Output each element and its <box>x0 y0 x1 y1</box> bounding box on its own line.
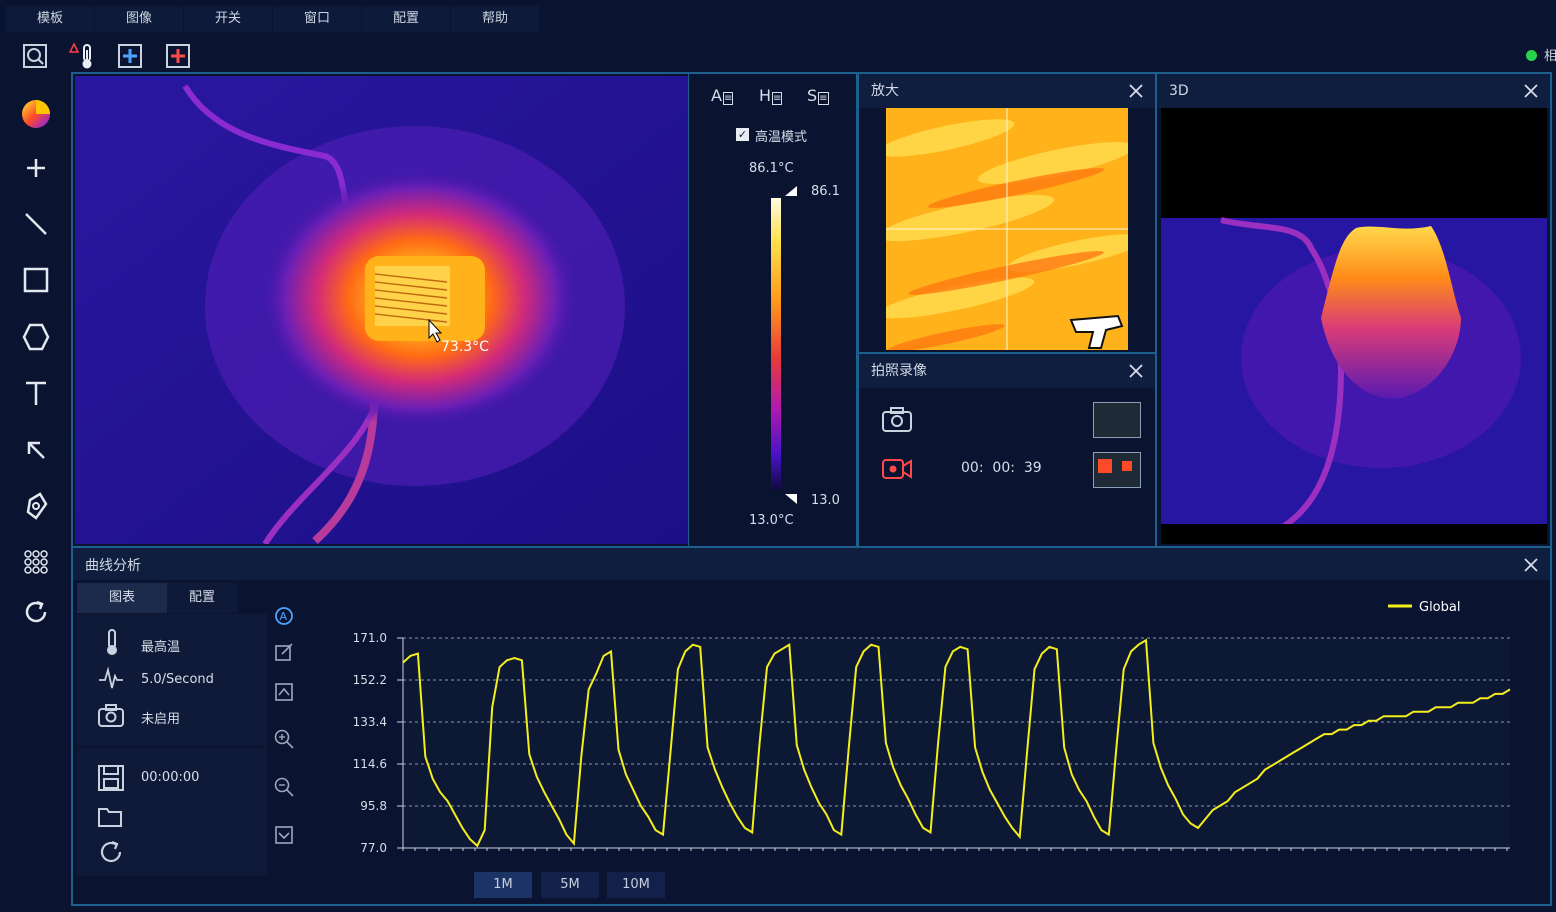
mode-h-button[interactable]: H ≡ <box>759 86 789 112</box>
range-10m-button[interactable]: 10M <box>607 872 665 898</box>
menu-item-help[interactable]: 帮助 <box>451 6 539 32</box>
y-tick-label: 133.4 <box>353 715 387 729</box>
zoom-search-icon[interactable] <box>21 42 49 70</box>
zoom-panel-close-icon[interactable] <box>1127 82 1145 100</box>
record-timer: 00: 00: 39 <box>961 460 1042 476</box>
capture-camera-icon <box>98 704 124 727</box>
cursor-temperature-label: 73.3°C <box>441 339 489 355</box>
menu-item-image[interactable]: 图像 <box>95 6 183 32</box>
rectangle-tool-icon[interactable] <box>20 264 52 296</box>
colorbar-panel: A ≡ H ≡ S ≡ ✓ 高温模式 86.1°C 86.1 13.0 13.0°C <box>688 74 857 546</box>
record-panel: 拍照录像 00: 00: 39 <box>857 352 1157 548</box>
palette-icon[interactable] <box>20 98 52 130</box>
tab-config[interactable]: 配置 <box>167 583 237 613</box>
add-point-icon[interactable] <box>20 152 52 184</box>
y-tick-label: 77.0 <box>360 841 387 855</box>
max-slider-handle[interactable] <box>783 184 799 198</box>
tab-chart[interactable]: 图表 <box>77 583 167 613</box>
min-slider-handle[interactable] <box>783 492 799 506</box>
colorbar-gradient <box>771 198 781 490</box>
range-1m-button[interactable]: 1M <box>474 872 532 898</box>
colorbar-min-label: 13.0°C <box>749 513 794 528</box>
menu-item-window[interactable]: 窗口 <box>273 6 361 32</box>
menu-item-config[interactable]: 配置 <box>362 6 450 32</box>
svg-text:A: A <box>280 610 288 623</box>
zoom-panel-header: 放大 <box>859 74 1155 108</box>
export-icon[interactable] <box>273 824 295 846</box>
record-panel-header: 拍照录像 <box>859 354 1155 388</box>
mode-a-button[interactable]: A ≡ <box>711 86 741 112</box>
video-record-icon[interactable] <box>881 456 913 482</box>
colorbar-max-tick: 86.1 <box>811 184 840 199</box>
status-label: 相 <box>1544 49 1556 64</box>
sample-rate-icon <box>99 666 123 689</box>
reset-icon[interactable] <box>97 838 125 866</box>
thermometer-icon <box>107 629 117 655</box>
temperature-curve-chart[interactable]: 171.0 152.2 133.4 114.6 95.8 77.0 Global <box>333 588 1533 858</box>
folder-icon[interactable] <box>97 804 125 828</box>
view3d-panel-title: 3D <box>1169 83 1189 99</box>
thermal-image[interactable]: 73.3°C <box>75 76 688 546</box>
zoom-panel-title: 放大 <box>871 83 899 99</box>
y-tick-label: 152.2 <box>353 673 387 687</box>
zoom-in-icon[interactable] <box>273 728 295 750</box>
camera-icon[interactable] <box>881 406 913 434</box>
curve-analysis-panel: 曲线分析 图表 配置 最高温 5.0/Second 未启用 00:00:00 A… <box>71 546 1552 906</box>
y-tick-label: 95.8 <box>360 799 387 813</box>
view3d-render[interactable] <box>1161 108 1547 544</box>
refresh-icon[interactable] <box>20 596 52 628</box>
zoom-out-icon[interactable] <box>273 776 295 798</box>
edit-icon[interactable] <box>273 641 295 663</box>
photo-thumbnail[interactable] <box>1093 402 1141 438</box>
view3d-panel: 3D <box>1155 72 1552 548</box>
video-thumbnail[interactable] <box>1093 452 1141 488</box>
capture-status-label[interactable]: 未启用 <box>141 708 180 727</box>
y-tick-label: 171.0 <box>353 631 387 645</box>
metric-label[interactable]: 最高温 <box>141 636 180 655</box>
left-tool-bar <box>0 74 72 912</box>
view3d-panel-close-icon[interactable] <box>1522 82 1540 100</box>
colorbar-min-tick: 13.0 <box>811 493 840 508</box>
polygon-tool-icon[interactable] <box>20 321 52 353</box>
record-panel-close-icon[interactable] <box>1127 362 1145 380</box>
colorbar-max-label: 86.1°C <box>749 161 794 176</box>
temperature-alarm-icon[interactable] <box>68 42 97 70</box>
fit-view-icon[interactable] <box>273 681 295 703</box>
arrow-tool-icon[interactable] <box>20 434 52 466</box>
legend-label: Global <box>1419 600 1460 615</box>
eraser-tool-icon[interactable] <box>20 490 52 522</box>
status-indicator <box>1526 50 1537 61</box>
record-panel-title: 拍照录像 <box>871 363 927 379</box>
add-blue-icon[interactable] <box>116 42 144 70</box>
menu-item-switch[interactable]: 开关 <box>184 6 272 32</box>
curve-panel-header: 曲线分析 <box>73 548 1550 580</box>
curve-panel-close-icon[interactable] <box>1522 556 1540 574</box>
y-tick-label: 114.6 <box>353 757 387 771</box>
sidebar-divider <box>77 746 267 748</box>
save-icon[interactable] <box>97 764 125 792</box>
elapsed-time: 00:00:00 <box>141 770 200 785</box>
line-tool-icon[interactable] <box>20 208 52 240</box>
high-temp-mode-checkbox[interactable]: ✓ <box>736 128 749 141</box>
menu-item-template[interactable]: 模板 <box>6 6 94 32</box>
zoom-panel: 放大 <box>857 72 1157 354</box>
curve-panel-title: 曲线分析 <box>85 558 141 574</box>
curve-sidebar: 最高温 5.0/Second 未启用 00:00:00 <box>77 614 267 876</box>
range-5m-button[interactable]: 5M <box>541 872 599 898</box>
menu-bar: 模板 图像 开关 窗口 配置 帮助 <box>0 0 545 38</box>
mode-s-button[interactable]: S ≡ <box>807 86 837 112</box>
zoom-image[interactable] <box>877 108 1145 352</box>
plot-area <box>403 638 1510 848</box>
text-tool-icon[interactable] <box>20 377 52 409</box>
high-temp-mode-label: 高温模式 <box>755 130 808 145</box>
view3d-panel-header: 3D <box>1157 74 1550 108</box>
auto-scale-icon[interactable]: A <box>273 605 295 627</box>
grid-menu-icon[interactable] <box>20 546 52 578</box>
add-red-icon[interactable] <box>164 42 192 70</box>
thermal-view-panel: 73.3°C A ≡ H ≡ S ≡ ✓ 高温模式 86.1°C 86.1 13.0 … <box>71 72 858 548</box>
sample-rate-label[interactable]: 5.0/Second <box>141 672 214 687</box>
